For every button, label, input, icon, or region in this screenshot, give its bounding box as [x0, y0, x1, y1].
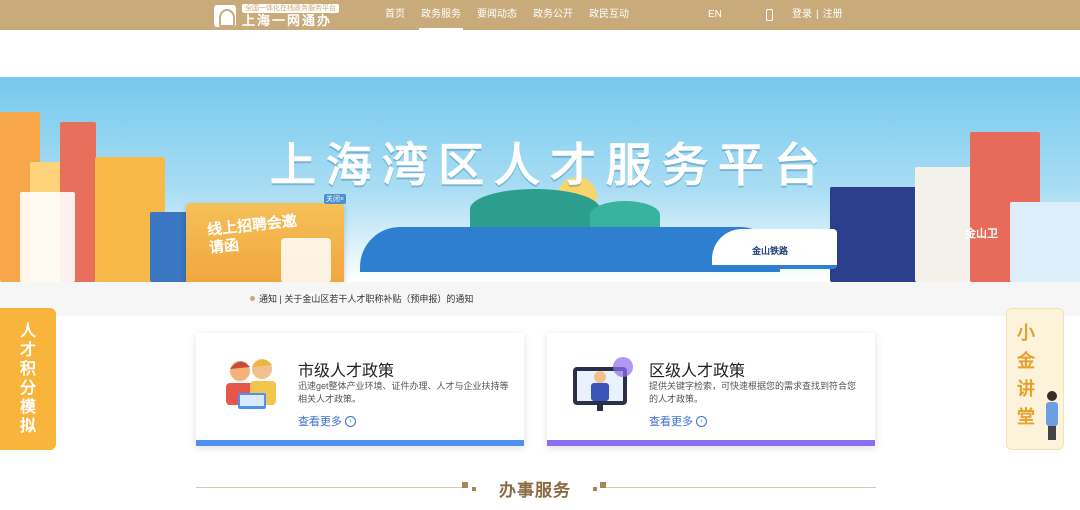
card-title: 市级人才政策 — [298, 363, 395, 380]
auth-separator: | — [816, 9, 819, 20]
banner-title: 上海湾区人才服务平台 — [270, 139, 830, 191]
logo-subtitle: 全国一体化在线政务服务平台 — [242, 3, 339, 13]
district-policy-card[interactable]: 区级人才政策 提供关键字检索，可快速根据您的需求查找到符合您的人才政策。 查看更… — [547, 333, 875, 446]
arrow-right-circle-icon: › — [345, 415, 356, 427]
city-policy-card[interactable]: 市级人才政策 迅速get整体产业环境、证件办理、人才与企业扶持等相关人才政策。 … — [196, 333, 524, 446]
banner-island — [590, 201, 660, 229]
popup-illustration — [281, 238, 331, 283]
card-description: 迅速get整体产业环境、证件办理、人才与企业扶持等相关人才政策。 — [298, 381, 509, 404]
main-nav: 首页 政务服务 要闻动态 政务公开 政民互动 — [377, 0, 637, 30]
lecturer-figure-icon — [1045, 391, 1059, 443]
train-label: 金山铁路 — [752, 246, 789, 256]
popup-close-button[interactable]: 关闭× — [324, 194, 347, 204]
divider-line — [196, 487, 466, 488]
top-navigation-bar: 全国一体化在线政务服务平台 上海一网通办 首页 政务服务 要闻动态 政务公开 政… — [0, 0, 1080, 30]
notice-bullet-icon — [250, 296, 255, 301]
card-more-label: 查看更多 — [298, 416, 342, 428]
mobile-phone-icon[interactable] — [766, 9, 773, 21]
login-link[interactable]: 登录 — [792, 0, 812, 30]
talent-points-simulation-float[interactable]: 人才积分模拟 — [0, 308, 56, 450]
nav-gov-services[interactable]: 政务服务 — [413, 0, 469, 30]
card-title: 区级人才政策 — [649, 363, 746, 380]
divider-ornament-icon — [593, 487, 597, 491]
nav-news[interactable]: 要闻动态 — [469, 0, 525, 30]
team-illustration-icon — [226, 359, 276, 409]
hero-banner: 上海湾区人才服务平台 金山铁路 金山卫 — [0, 77, 1080, 282]
section-header-services: 办事服务 — [196, 474, 876, 500]
divider-ornament-icon — [462, 482, 468, 488]
site-logo[interactable]: 全国一体化在线政务服务平台 上海一网通办 — [214, 3, 344, 28]
divider-line — [606, 487, 876, 488]
logo-emblem-icon — [214, 4, 236, 27]
logo-title: 上海一网通办 — [242, 12, 333, 28]
notice-link[interactable]: 通知 | 关于金山区若干人才职称补贴（预申报）的通知 — [259, 292, 473, 305]
arrow-right-circle-icon: › — [696, 415, 707, 427]
section-title: 办事服务 — [499, 481, 571, 500]
presenter-screen-icon — [573, 357, 633, 411]
banner-island — [470, 189, 600, 229]
logo-text: 全国一体化在线政务服务平台 上海一网通办 — [242, 3, 339, 28]
banner-city-illustration-right — [820, 77, 1080, 282]
register-link[interactable]: 注册 — [823, 0, 843, 30]
divider-ornament-icon — [472, 487, 476, 491]
notice-bar: 通知 | 关于金山区若干人才职称补贴（预申报）的通知 — [0, 282, 1080, 316]
float-left-label: 人才积分模拟 — [19, 323, 36, 435]
banner-city-illustration-left — [0, 77, 200, 282]
language-switch[interactable]: EN — [708, 0, 722, 30]
town-label: 金山卫 — [965, 228, 998, 240]
float-right-label: 小金讲堂 — [1017, 323, 1035, 427]
banner-train: 金山铁路 — [712, 229, 837, 269]
jinshan-lecture-float[interactable]: 小金讲堂 — [1006, 308, 1064, 450]
auth-links: 登录 | 注册 — [792, 0, 843, 30]
nav-home[interactable]: 首页 — [377, 0, 413, 30]
card-more-link[interactable]: 查看更多 › — [649, 413, 707, 429]
card-more-label: 查看更多 — [649, 416, 693, 428]
card-description: 提供关键字检索，可快速根据您的需求查找到符合您的人才政策。 — [649, 381, 857, 404]
card-more-link[interactable]: 查看更多 › — [298, 413, 356, 429]
nav-gov-disclosure[interactable]: 政务公开 — [525, 0, 581, 30]
nav-interaction[interactable]: 政民互动 — [581, 0, 637, 30]
